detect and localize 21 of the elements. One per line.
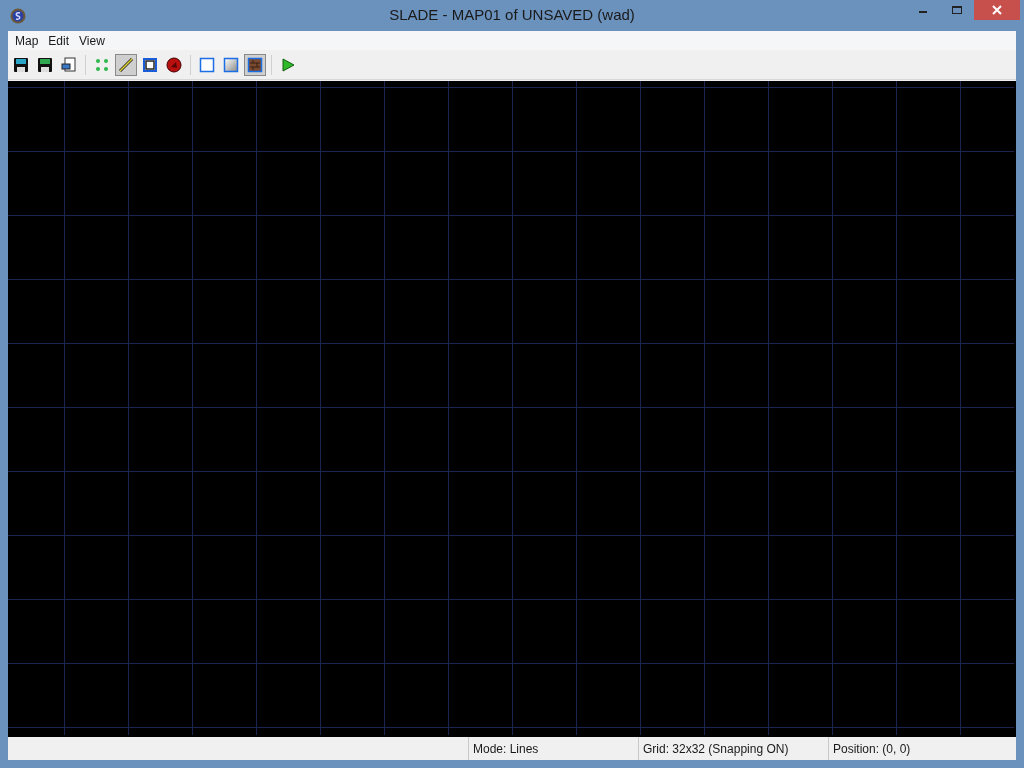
window-title: SLADE - MAP01 of UNSAVED (wad): [389, 5, 635, 26]
menu-item[interactable]: Map: [10, 31, 44, 50]
square-icon: [199, 56, 215, 73]
status-text: Grid: 32x32 (Snapping ON): [643, 740, 789, 758]
status-text: Mode: Lines: [473, 740, 539, 758]
play-icon: [280, 56, 296, 73]
menu-item[interactable]: Edit: [43, 31, 75, 50]
close-button[interactable]: [974, 0, 1020, 20]
document-icon: [61, 56, 77, 73]
menu-item[interactable]: View: [74, 31, 110, 50]
app-logo-icon: [10, 7, 26, 24]
status-text: Position: (0, 0): [833, 740, 911, 758]
line-icon: [118, 56, 134, 73]
square-icon: [223, 56, 239, 73]
square-icon: [142, 56, 158, 73]
texture-tool-button[interactable]: [244, 53, 266, 76]
circle-icon: [166, 56, 182, 73]
brick-square-icon: [247, 56, 263, 73]
dots-icon: [94, 56, 110, 73]
lines-tool-button[interactable]: [115, 53, 137, 76]
close-icon: [992, 5, 1002, 15]
